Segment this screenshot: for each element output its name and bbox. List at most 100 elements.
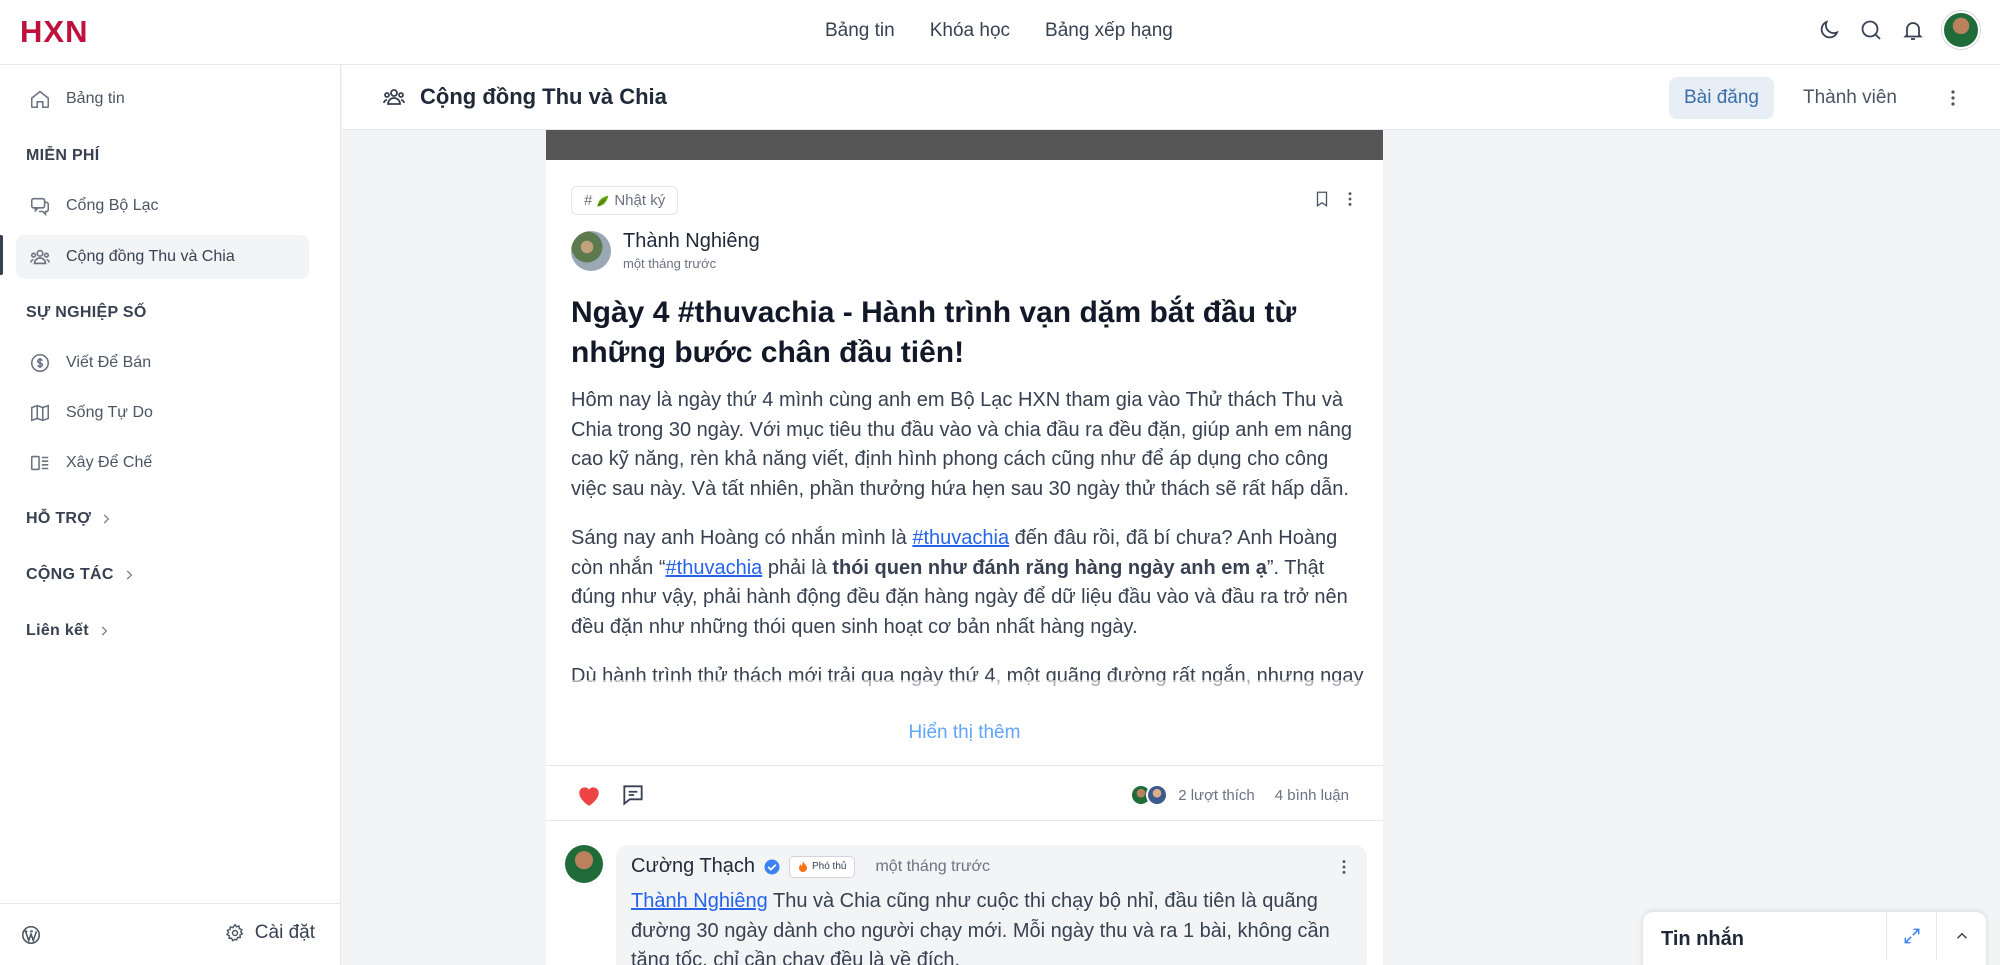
mention-link[interactable]: Thành Nghiêng: [631, 890, 768, 912]
top-actions: [1816, 11, 1980, 49]
nav-courses[interactable]: Khóa học: [930, 20, 1010, 42]
chevron-right-icon: [126, 570, 132, 580]
layout-icon: [28, 451, 52, 475]
user-avatar[interactable]: [1942, 11, 1980, 49]
users-icon: [28, 245, 52, 269]
fire-icon: [798, 860, 807, 872]
verified-icon: [764, 859, 780, 874]
messages-controls: [1886, 912, 1986, 960]
post-footer: 2 lượt thích 4 bình luận: [546, 765, 1383, 820]
commenter-name[interactable]: Cường Thạch: [631, 855, 755, 878]
community-tabs: Bài đăng Thành viên: [1668, 77, 1966, 119]
content-fade: [546, 680, 1383, 756]
tab-members[interactable]: Thành viên: [1788, 77, 1912, 119]
active-indicator: [0, 235, 3, 275]
sidebar-item-build-empire[interactable]: Xây Để Chế: [16, 441, 309, 485]
post-actions: [1313, 190, 1353, 208]
section-header-support[interactable]: HỖ TRỢ: [26, 510, 113, 528]
comments-count[interactable]: 4 bình luận: [1275, 787, 1349, 804]
bookmark-icon[interactable]: [1313, 190, 1331, 208]
page-title: Cộng đồng Thu và Chia: [420, 84, 667, 109]
heart-icon[interactable]: [576, 783, 602, 807]
leaf-emoji-icon: [597, 195, 609, 207]
section-header-digital-career: SỰ NGHIỆP SỐ: [26, 304, 147, 321]
post-author: Thành Nghiêng một tháng trước: [571, 230, 760, 271]
tag-label: Nhật ký: [614, 192, 666, 209]
text-span: phải là: [762, 556, 833, 579]
post-paragraph: Hôm nay là ngày thứ 4 mình cùng anh em B…: [571, 389, 1353, 500]
post-body: Hôm nay là ngày thứ 4 mình cùng anh em B…: [571, 386, 1366, 686]
search-icon[interactable]: [1858, 17, 1884, 43]
post-title[interactable]: Ngày 4 #thuvachia - Hành trình vạn dặm b…: [571, 293, 1361, 373]
top-bar: HXN Bảng tin Khóa học Bảng xếp hạng: [0, 0, 2000, 65]
sidebar-item-news-feed[interactable]: Bảng tin: [16, 77, 309, 121]
community-header: Cộng đồng Thu và Chia Bài đăng Thành viê…: [342, 65, 2000, 130]
post-stats: 2 lượt thích 4 bình luận: [1130, 784, 1349, 806]
role-badge: Phó thủ: [788, 855, 856, 878]
commenter-avatar[interactable]: [565, 845, 603, 883]
section-label: Liên kết: [26, 622, 89, 639]
show-more-button[interactable]: Hiển thị thêm: [546, 722, 1383, 744]
bold-text: thói quen như đánh răng hàng ngày anh em…: [832, 556, 1267, 579]
comments-section: Cường Thạch Phó thủ một tháng trước Thàn…: [546, 820, 1383, 965]
wordpress-icon[interactable]: [20, 924, 42, 946]
section-label: CỘNG TÁC: [26, 566, 114, 583]
likes-count[interactable]: 2 lượt thích: [1178, 787, 1255, 804]
more-options-icon[interactable]: [1940, 85, 1966, 111]
post-cover-image: [546, 130, 1383, 160]
comment-bubble: Cường Thạch Phó thủ một tháng trước Thàn…: [616, 845, 1367, 965]
text-span: Sáng nay anh Hoàng có nhắn mình là: [571, 527, 913, 549]
hash-icon: #: [584, 192, 593, 209]
home-icon: [28, 87, 52, 111]
sidebar-item-label: Cộng đồng Thu và Chia: [66, 248, 235, 265]
sidebar-item-label: Sống Tự Do: [66, 404, 153, 421]
comment-menu-icon[interactable]: [1341, 859, 1347, 875]
post-tag[interactable]: # Nhật ký: [571, 186, 679, 215]
post-paragraph: Sáng nay anh Hoàng có nhắn mình là #thuv…: [571, 524, 1366, 642]
users-icon: [383, 89, 405, 105]
hashtag-link[interactable]: #thuvachia: [666, 557, 763, 579]
top-navigation: Bảng tin Khóa học Bảng xếp hạng: [825, 20, 1173, 42]
chat-bubbles-icon: [28, 194, 52, 218]
settings-button[interactable]: Cài đặt: [225, 922, 315, 944]
nav-news-feed[interactable]: Bảng tin: [825, 20, 895, 42]
dollar-icon: [28, 351, 52, 375]
chevron-up-icon[interactable]: [1936, 912, 1986, 960]
sidebar: Bảng tin MIỄN PHÍ Cổng Bộ Lạc Cộng đồng …: [0, 65, 341, 965]
bell-icon[interactable]: [1900, 17, 1926, 43]
gear-icon: [225, 923, 244, 942]
post-timestamp: một tháng trước: [623, 256, 717, 271]
brand-logo[interactable]: HXN: [20, 14, 88, 50]
badge-label: Phó thủ: [811, 861, 847, 872]
sidebar-item-write-to-sell[interactable]: Viết Để Bán: [16, 341, 309, 385]
section-label: HỖ TRỢ: [26, 510, 92, 527]
section-header-free: MIỄN PHÍ: [26, 147, 100, 164]
sidebar-item-community[interactable]: Cộng đồng Thu và Chia: [16, 235, 309, 279]
messages-widget[interactable]: Tin nhắn: [1643, 912, 1986, 965]
moon-icon[interactable]: [1816, 17, 1842, 43]
post-menu-icon[interactable]: [1347, 191, 1353, 207]
tab-posts[interactable]: Bài đăng: [1668, 77, 1774, 119]
comment-timestamp: một tháng trước: [875, 857, 991, 875]
section-header-links[interactable]: Liên kết: [26, 622, 111, 640]
sidebar-item-tribe-gate[interactable]: Cổng Bộ Lạc: [16, 184, 309, 228]
sidebar-item-label: Cổng Bộ Lạc: [66, 197, 159, 214]
author-name[interactable]: Thành Nghiêng: [623, 230, 760, 253]
expand-icon[interactable]: [1886, 912, 1936, 960]
community-title: Cộng đồng Thu và Chia: [382, 84, 667, 110]
sidebar-item-label: Xây Để Chế: [66, 454, 153, 471]
nav-leaderboard[interactable]: Bảng xếp hạng: [1045, 20, 1173, 42]
comment-text: Thành Nghiêng Thu và Chia cũng như cuộc …: [631, 887, 1356, 965]
chevron-right-icon: [101, 626, 108, 636]
sidebar-item-label: Viết Để Bán: [66, 354, 152, 371]
settings-label: Cài đặt: [254, 922, 315, 943]
sidebar-item-live-free[interactable]: Sống Tự Do: [16, 391, 309, 435]
map-icon: [28, 401, 52, 425]
comment-icon[interactable]: [620, 782, 646, 808]
liker-avatars[interactable]: [1130, 784, 1169, 806]
author-avatar[interactable]: [571, 230, 611, 271]
messages-title: Tin nhắn: [1661, 928, 1744, 950]
post-card: # Nhật ký Thành Nghiêng một tháng trước …: [546, 160, 1383, 820]
section-header-collaborate[interactable]: CỘNG TÁC: [26, 566, 136, 584]
hashtag-link[interactable]: #thuvachia: [912, 527, 1009, 549]
